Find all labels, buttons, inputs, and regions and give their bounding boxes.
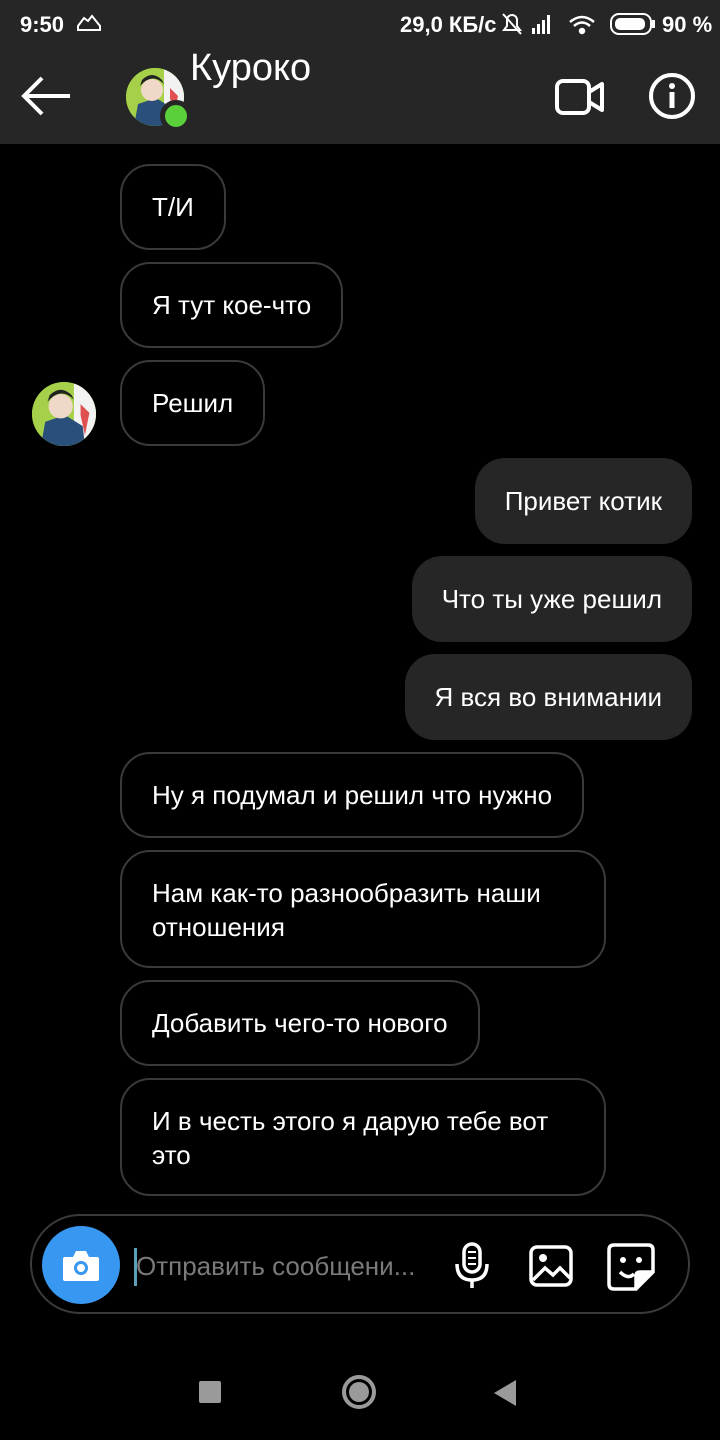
- message-text: Что ты уже решил: [441, 584, 662, 614]
- home-button[interactable]: [342, 1375, 376, 1409]
- network-speed: 29,0 КБ/с: [400, 12, 497, 37]
- mute-bell-icon: [502, 13, 522, 35]
- message-text: Привет котик: [504, 486, 662, 516]
- message-bubble-incoming[interactable]: Я тут кое-что: [120, 262, 344, 348]
- message-composer: [30, 1214, 690, 1314]
- cell-signal-icon: [532, 15, 550, 34]
- message-text: И в честь этого я дарую тебе вот это: [152, 1106, 549, 1170]
- message-text: Нам как-то разнообразить наши отношения: [152, 878, 541, 942]
- wifi-icon: [569, 15, 595, 35]
- message-text: Добавить чего-то нового: [152, 1008, 448, 1038]
- battery-level: 90 %: [662, 12, 713, 37]
- message-bubble-incoming[interactable]: Решил: [120, 360, 266, 446]
- message-input[interactable]: [136, 1246, 436, 1286]
- message-bubble-incoming[interactable]: Ну я подумал и решил что нужно: [120, 752, 585, 838]
- signal-icons: [502, 13, 595, 35]
- message-bubble-incoming[interactable]: И в честь этого я дарую тебе вот это: [120, 1078, 606, 1196]
- avatar-illustration: [32, 382, 96, 446]
- info-icon[interactable]: [648, 72, 696, 120]
- message-bubble-outgoing[interactable]: Я вся во внимании: [404, 654, 692, 740]
- sneaker-icon: [77, 14, 101, 31]
- status-bar: 9:50 29,0 КБ/с 90 %: [0, 0, 720, 48]
- contact-name[interactable]: Куроко: [190, 48, 311, 88]
- message-text: Я тут кое-что: [152, 290, 312, 320]
- chat-header: Куроко: [0, 48, 720, 144]
- message-text: Т/И: [152, 192, 194, 222]
- sender-avatar[interactable]: [32, 382, 96, 446]
- message-bubble-incoming[interactable]: Т/И: [120, 164, 226, 250]
- system-back-button[interactable]: [494, 1380, 516, 1406]
- message-bubble-outgoing[interactable]: Что ты уже решил: [411, 556, 692, 642]
- gallery-icon[interactable]: [528, 1244, 574, 1288]
- status-time: 9:50: [20, 12, 65, 37]
- message-text: Решил: [152, 388, 234, 418]
- camera-button[interactable]: [42, 1226, 120, 1304]
- message-bubble-incoming[interactable]: Нам как-то разнообразить наши отношения: [120, 850, 606, 968]
- microphone-icon[interactable]: [452, 1242, 492, 1290]
- video-call-icon[interactable]: [554, 76, 606, 118]
- back-arrow-icon[interactable]: [20, 74, 74, 118]
- message-text: Ну я подумал и решил что нужно: [152, 780, 553, 810]
- system-navigation-bar: [0, 1340, 720, 1440]
- message-bubble-outgoing[interactable]: Привет котик: [474, 458, 692, 544]
- online-status-indicator: [160, 100, 192, 132]
- message-text: Я вся во внимании: [434, 682, 662, 712]
- sticker-icon[interactable]: [606, 1242, 656, 1292]
- recents-button[interactable]: [199, 1381, 221, 1403]
- camera-icon: [63, 1251, 99, 1281]
- battery-icon: [610, 13, 655, 35]
- message-bubble-incoming[interactable]: Добавить чего-то нового: [120, 980, 480, 1066]
